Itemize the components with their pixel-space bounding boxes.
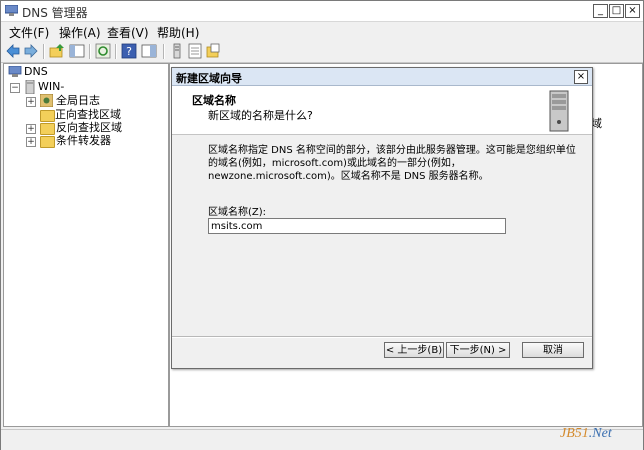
next-button[interactable]: 下一步(N) > xyxy=(446,342,510,358)
server-icon xyxy=(549,90,569,132)
watermark-part-b: .Net xyxy=(588,426,612,441)
title-bar[interactable]: DNS 管理器 _ □ × xyxy=(1,1,643,22)
zone-name-label: 区域名称(Z): xyxy=(208,207,267,218)
event-log-icon xyxy=(40,94,53,107)
wizard-step-title: 区域名称 xyxy=(192,94,236,107)
new-zone-wizard-dialog: 新建区域向导 × 区域名称 新区域的名称是什么? 区域名称指定 DNS 名称空间… xyxy=(171,67,593,369)
menu-view[interactable]: 查看(V) xyxy=(107,24,149,41)
dns-server-icon xyxy=(8,66,22,77)
tree-item-conditional-forwarders[interactable]: 条件转发器 xyxy=(56,134,111,148)
new-zone-icon[interactable] xyxy=(205,43,221,59)
dialog-title: 新建区域向导 xyxy=(176,72,242,85)
cancel-button[interactable]: 取消 xyxy=(522,342,584,358)
show-hide-tree-icon[interactable] xyxy=(69,43,85,59)
zone-name-input[interactable] xyxy=(208,218,506,234)
back-button[interactable]: < 上一步(B) xyxy=(384,342,444,358)
watermark-part-a: JB51 xyxy=(560,426,589,441)
toolbar-separator xyxy=(115,44,117,59)
dialog-close-button[interactable]: × xyxy=(574,70,588,84)
minimize-button[interactable]: _ xyxy=(593,4,608,18)
toolbar-separator xyxy=(43,44,45,59)
wizard-step-subtitle: 新区域的名称是什么? xyxy=(208,109,313,122)
back-arrow-icon[interactable] xyxy=(5,43,21,59)
folder-icon xyxy=(40,136,55,148)
menu-help[interactable]: 帮助(H) xyxy=(157,24,199,41)
tree-root-dns[interactable]: DNS xyxy=(24,65,48,79)
folder-icon xyxy=(40,110,55,122)
menu-action[interactable]: 操作(A) xyxy=(59,24,101,41)
wizard-header: 区域名称 新区域的名称是什么? xyxy=(172,86,592,135)
refresh-icon[interactable] xyxy=(95,43,111,59)
dialog-title-bar[interactable]: 新建区域向导 × xyxy=(172,68,592,86)
maximize-button[interactable]: □ xyxy=(609,4,624,18)
dialog-separator xyxy=(172,336,592,338)
tree-server-node[interactable]: WIN- xyxy=(38,80,64,94)
zone-name-description: 区域名称指定 DNS 名称空间的部分，该部分由此服务器管理。这可能是您组织单位的… xyxy=(208,145,576,182)
expand-icon[interactable]: + xyxy=(26,124,36,134)
menu-bar: 文件(F) 操作(A) 查看(V) 帮助(H) xyxy=(1,22,643,42)
window-title: DNS 管理器 xyxy=(22,6,88,20)
dns-app-icon xyxy=(5,5,18,16)
expand-icon[interactable]: + xyxy=(26,97,36,107)
toolbar-separator xyxy=(163,44,165,59)
up-folder-icon[interactable] xyxy=(49,43,65,59)
watermark: JB51.Net xyxy=(560,426,612,442)
record-icon[interactable] xyxy=(187,43,203,59)
close-button[interactable]: × xyxy=(625,4,640,18)
tree-item-reverse-zones[interactable]: 反向查找区域 xyxy=(56,121,122,135)
server-list-icon[interactable] xyxy=(169,43,185,59)
menu-file[interactable]: 文件(F) xyxy=(9,24,49,41)
console-pane-icon[interactable] xyxy=(141,43,157,59)
svg-text:?: ? xyxy=(126,45,132,58)
toolbar-separator xyxy=(89,44,91,59)
forward-arrow-icon[interactable] xyxy=(23,43,39,59)
console-tree: DNS − WIN- + 全局日志 正向查找区域 + 反向查找区域 + 条件转发… xyxy=(3,63,169,427)
status-bar xyxy=(1,429,643,450)
tree-item-forward-zones[interactable]: 正向查找区域 xyxy=(55,108,121,122)
expand-icon[interactable]: + xyxy=(26,137,36,147)
toolbar: ? xyxy=(1,41,643,63)
tree-item-global-logs[interactable]: 全局日志 xyxy=(56,94,100,108)
folder-icon xyxy=(40,123,55,135)
help-icon[interactable]: ? xyxy=(121,43,137,59)
collapse-icon[interactable]: − xyxy=(10,83,20,93)
server-tower-icon xyxy=(25,80,35,94)
